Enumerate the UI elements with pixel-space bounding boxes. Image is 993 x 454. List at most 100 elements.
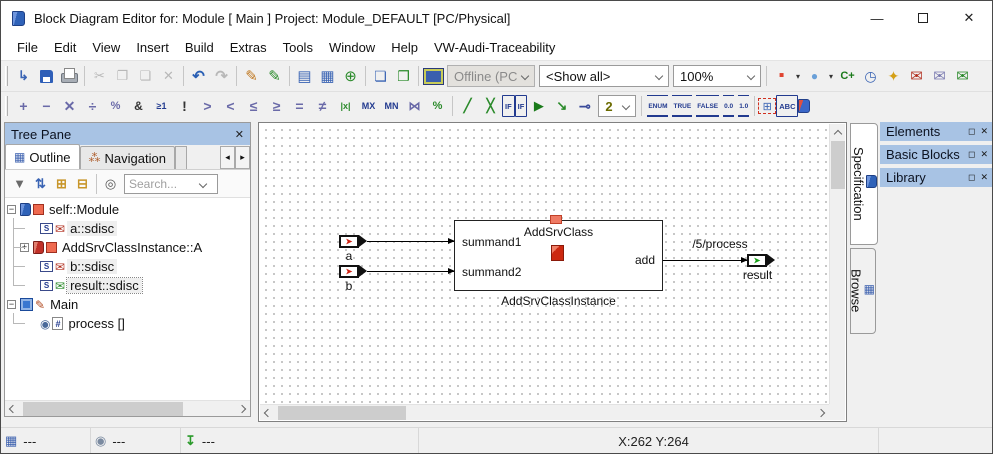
paste-icon[interactable]: ❏ bbox=[134, 65, 157, 87]
min-operator-icon[interactable]: MN bbox=[380, 95, 403, 117]
canvas-view[interactable]: AddSrvClass summand1 summand2 add AddSrv… bbox=[260, 124, 829, 404]
delete-icon[interactable]: ✕ bbox=[157, 65, 180, 87]
tree-item-b[interactable]: S ✉ b::sdisc bbox=[5, 257, 250, 276]
panel-header[interactable]: Library ◻ ✕ bbox=[880, 168, 992, 187]
menu-build[interactable]: Build bbox=[177, 37, 222, 58]
input-port-a[interactable]: ➤ bbox=[339, 235, 359, 248]
scrollbar-thumb[interactable] bbox=[23, 401, 183, 416]
close-button[interactable]: ✕ bbox=[946, 1, 992, 35]
filter-icon[interactable]: ▼ bbox=[9, 174, 30, 194]
tree-item-process[interactable]: ◉ # process [] bbox=[5, 314, 250, 333]
wire-add-to-result[interactable] bbox=[663, 257, 748, 263]
scroll-right-icon[interactable] bbox=[813, 405, 829, 421]
if-then-else-icon[interactable]: IF bbox=[514, 95, 528, 117]
block-size-combo[interactable]: 2 bbox=[598, 95, 637, 117]
block-diagram-canvas[interactable]: AddSrvClass summand1 summand2 add AddSrv… bbox=[258, 122, 847, 422]
tree-pane-header[interactable]: Tree Pane ✕ bbox=[5, 123, 250, 145]
wire-b-to-summand2[interactable] bbox=[367, 268, 455, 274]
menu-tools[interactable]: Tools bbox=[275, 37, 321, 58]
scrollbar-thumb[interactable] bbox=[278, 405, 406, 420]
edit-component-icon[interactable]: ✎ bbox=[240, 65, 263, 87]
menu-insert[interactable]: Insert bbox=[128, 37, 177, 58]
redo-icon[interactable]: ↷ bbox=[210, 65, 233, 87]
diagram-play-icon[interactable]: ▶ bbox=[527, 95, 550, 117]
comment-icon[interactable]: ABC bbox=[776, 95, 799, 117]
maximize-button[interactable] bbox=[900, 1, 946, 35]
if-then-icon[interactable]: IF bbox=[502, 95, 515, 117]
dropdown-arrow-icon[interactable]: ▾ bbox=[793, 72, 803, 81]
find-icon[interactable]: ◎ bbox=[100, 174, 121, 194]
expand-all-icon[interactable]: ⊞ bbox=[51, 174, 72, 194]
undo-icon[interactable]: ↶ bbox=[187, 65, 210, 87]
false-literal-icon[interactable]: FALSE bbox=[696, 95, 720, 117]
tree-expander[interactable]: + bbox=[20, 243, 29, 252]
or-operator-icon[interactable]: ≥1 bbox=[150, 95, 173, 117]
output-port-result[interactable]: ➤ bbox=[747, 254, 767, 267]
menu-help[interactable]: Help bbox=[383, 37, 426, 58]
copy-icon[interactable]: ❐ bbox=[111, 65, 134, 87]
menu-view[interactable]: View bbox=[84, 37, 128, 58]
search-combo[interactable] bbox=[124, 173, 218, 194]
subtract-operator-icon[interactable]: − bbox=[35, 95, 58, 117]
menu-window[interactable]: Window bbox=[321, 37, 383, 58]
message-icon[interactable]: ✉ bbox=[928, 65, 951, 87]
filter-combo[interactable]: <Show all> bbox=[539, 65, 669, 87]
less-equal-operator-icon[interactable]: ≤ bbox=[242, 95, 265, 117]
connector-icon[interactable]: ↘ bbox=[550, 95, 573, 117]
panel-header[interactable]: Elements ◻ ✕ bbox=[880, 122, 992, 141]
tab-specification[interactable]: Specification bbox=[850, 123, 878, 245]
search-input[interactable] bbox=[125, 176, 197, 191]
tab-navigation[interactable]: ⁂ Navigation bbox=[79, 146, 175, 169]
tree-item-result[interactable]: S ✉ result::sdisc bbox=[5, 276, 250, 295]
not-equal-operator-icon[interactable]: ≠ bbox=[311, 95, 334, 117]
one-literal-icon[interactable]: 1.0 bbox=[738, 95, 750, 117]
panel-close-icon[interactable]: ✕ bbox=[980, 126, 988, 137]
add-block[interactable]: AddSrvClass summand1 summand2 add bbox=[454, 220, 663, 291]
panel-close-icon[interactable]: ✕ bbox=[980, 172, 988, 183]
generate-code-icon[interactable]: ❐ bbox=[392, 65, 415, 87]
tab-partial[interactable] bbox=[174, 146, 187, 169]
enum-literal-icon[interactable]: ENUM bbox=[647, 95, 669, 117]
open-specification-icon[interactable]: ❏ bbox=[369, 65, 392, 87]
print-icon[interactable] bbox=[58, 65, 81, 87]
minimize-button[interactable]: — bbox=[854, 1, 900, 35]
max-operator-icon[interactable]: MX bbox=[357, 95, 380, 117]
greater-operator-icon[interactable]: > bbox=[196, 95, 219, 117]
panel-header[interactable]: Basic Blocks ◻ ✕ bbox=[880, 145, 992, 164]
tree-expander[interactable]: − bbox=[7, 205, 16, 214]
limiter-icon[interactable]: ⋈ bbox=[403, 95, 426, 117]
greater-equal-operator-icon[interactable]: ≥ bbox=[265, 95, 288, 117]
zoom-combo[interactable]: 100% bbox=[673, 65, 761, 87]
modulo-operator-icon[interactable]: % bbox=[104, 95, 127, 117]
cut-icon[interactable]: ✂ bbox=[88, 65, 111, 87]
add-class-icon[interactable]: ⊕ bbox=[339, 65, 362, 87]
block-handle[interactable] bbox=[550, 215, 562, 224]
tab-outline[interactable]: ▦ Outline bbox=[5, 144, 80, 169]
add-timer-icon[interactable]: ◷ bbox=[859, 65, 882, 87]
collapse-all-icon[interactable]: ⊟ bbox=[72, 174, 93, 194]
dropdown-arrow-icon[interactable]: ▾ bbox=[826, 72, 836, 81]
sort-az-icon[interactable]: ⇅ bbox=[30, 174, 51, 194]
equal-operator-icon[interactable]: = bbox=[288, 95, 311, 117]
tab-scroll-left-icon[interactable]: ◂ bbox=[220, 146, 235, 169]
abs-operator-icon[interactable]: |x| bbox=[334, 95, 357, 117]
receive-message-icon[interactable]: ✉ bbox=[905, 65, 928, 87]
add-database-item-icon[interactable]: ▤ bbox=[293, 65, 316, 87]
title-bar[interactable]: Block Diagram Editor for: Module [ Main … bbox=[1, 1, 992, 35]
tab-browse[interactable]: ▦ Browse bbox=[849, 248, 876, 334]
add-module-icon[interactable]: ▦ bbox=[316, 65, 339, 87]
experiment-monitor-icon[interactable] bbox=[422, 65, 445, 87]
tree-pane-close-icon[interactable]: ✕ bbox=[235, 128, 244, 141]
case-icon[interactable]: ╳ bbox=[479, 95, 502, 117]
scroll-right-icon[interactable] bbox=[234, 401, 250, 417]
save-icon[interactable] bbox=[35, 65, 58, 87]
show-in-browser-icon[interactable]: ↳ bbox=[12, 65, 35, 87]
hierarchy-icon[interactable]: ⊞ bbox=[758, 98, 777, 114]
tree-item-a[interactable]: S ✉ a::sdisc bbox=[5, 219, 250, 238]
terminate-icon[interactable]: ⊸ bbox=[573, 95, 596, 117]
menu-edit[interactable]: Edit bbox=[46, 37, 84, 58]
add-constant-icon[interactable]: C+ bbox=[836, 65, 859, 87]
panel-dock-icon[interactable]: ◻ bbox=[968, 172, 975, 183]
input-port-b[interactable]: ➤ bbox=[339, 265, 359, 278]
menu-vw-audi-traceability[interactable]: VW-Audi-Traceability bbox=[426, 37, 563, 58]
